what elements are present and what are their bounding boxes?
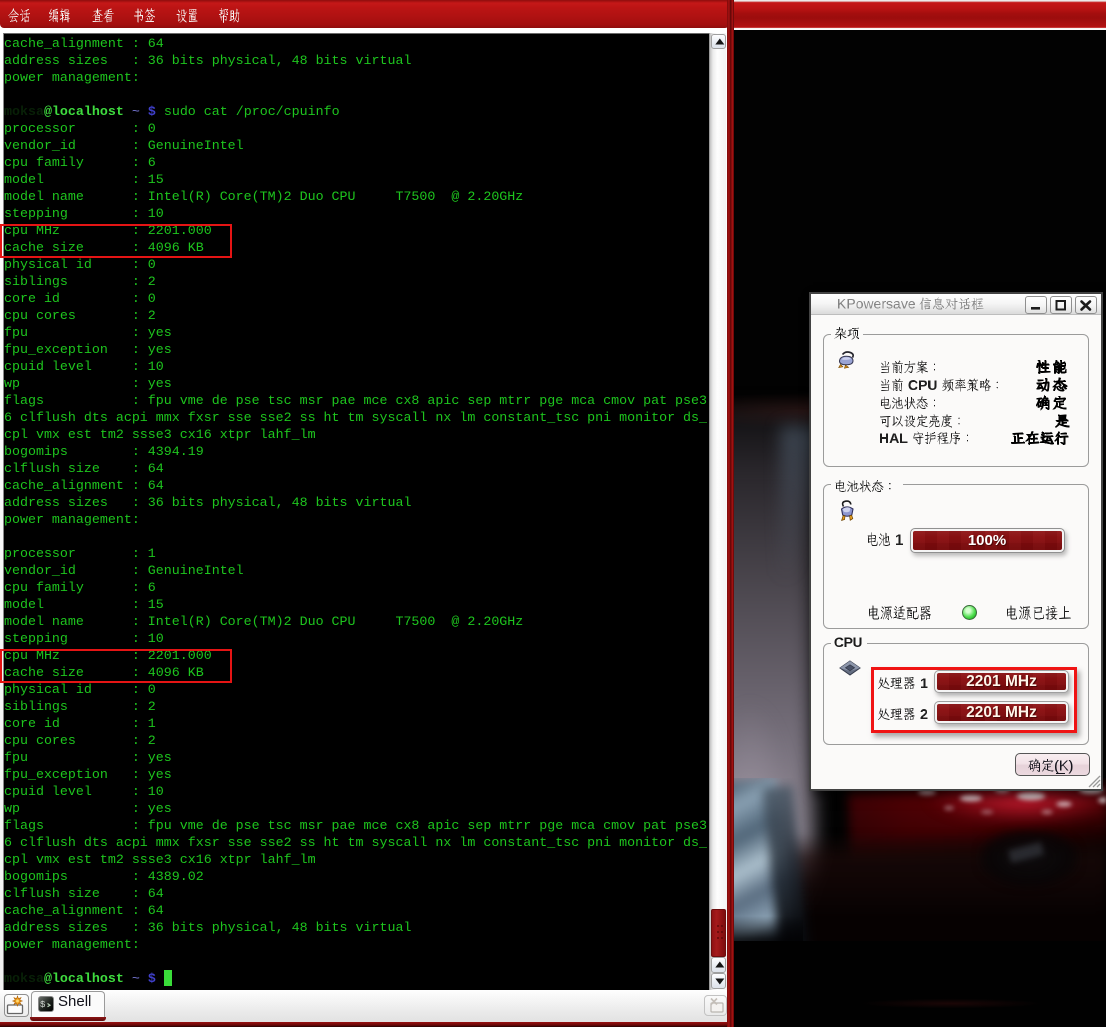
svg-text:$: $	[40, 1000, 46, 1010]
